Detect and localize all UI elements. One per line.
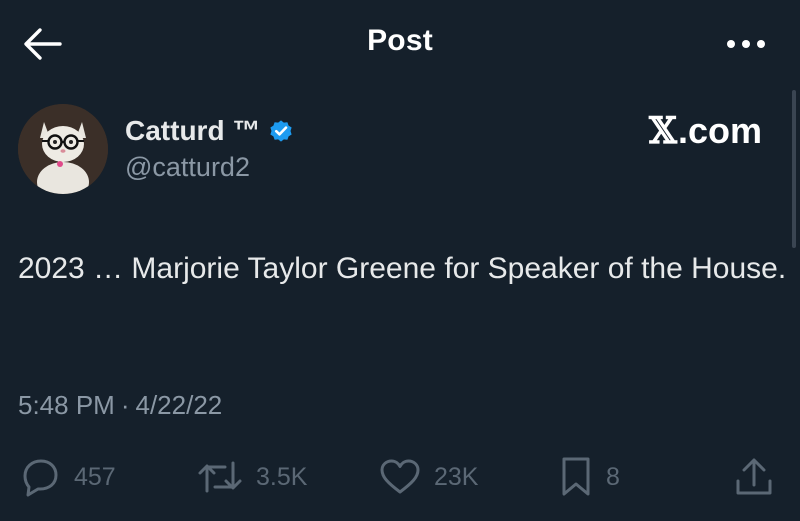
share-button[interactable] — [732, 452, 776, 502]
repost-button[interactable]: 3.5K — [196, 452, 307, 502]
avatar[interactable] — [18, 104, 108, 194]
post-time[interactable]: 5:48 PM — [18, 390, 115, 420]
x-logo-icon: 𝕏 — [649, 110, 677, 152]
more-horizontal-icon — [726, 36, 766, 54]
post-timestamp[interactable]: 5:48 PM · 4/22/22 — [18, 390, 222, 421]
timestamp-separator: · — [120, 390, 130, 420]
scrollbar[interactable] — [792, 90, 796, 248]
repost-count: 3.5K — [256, 462, 308, 491]
action-bar: 457 3.5K 23K 8 — [0, 452, 800, 502]
bookmark-count: 8 — [606, 462, 620, 491]
heart-icon — [378, 457, 422, 497]
like-button[interactable]: 23K — [378, 452, 478, 502]
share-icon — [732, 455, 776, 499]
author-handle[interactable]: @catturd2 — [125, 152, 250, 183]
bookmark-icon — [558, 455, 594, 499]
post-text: 2023 … Marjorie Taylor Greene for Speake… — [18, 252, 787, 285]
display-name[interactable]: Catturd ™ — [125, 115, 260, 147]
reply-count: 457 — [74, 462, 116, 491]
top-bar: Post — [0, 0, 800, 90]
watermark-suffix: .com — [677, 110, 762, 151]
page-title: Post — [367, 24, 433, 57]
more-options-button[interactable] — [722, 30, 770, 60]
post-date[interactable]: 4/22/22 — [136, 390, 223, 420]
cat-with-glasses-avatar — [18, 104, 108, 194]
x-com-watermark: 𝕏 .com — [649, 110, 762, 152]
reply-button[interactable]: 457 — [18, 452, 116, 502]
repost-icon — [196, 457, 244, 497]
like-count: 23K — [434, 462, 479, 491]
verified-badge-icon[interactable] — [268, 118, 294, 144]
reply-icon — [18, 457, 62, 497]
bookmark-button[interactable]: 8 — [558, 452, 620, 502]
author-name-row[interactable]: Catturd ™ — [125, 113, 294, 149]
